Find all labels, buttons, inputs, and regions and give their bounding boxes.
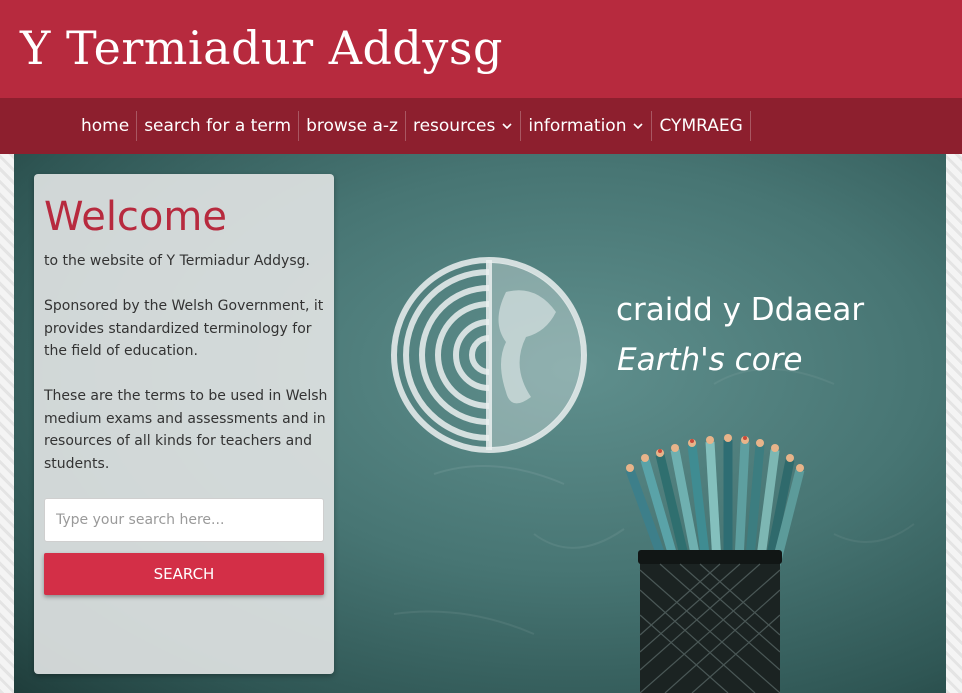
nav-item-search[interactable]: search for a term xyxy=(136,111,298,141)
welcome-panel: Welcome to the website of Y Termiadur Ad… xyxy=(34,174,334,674)
search-button[interactable]: SEARCH xyxy=(44,553,324,595)
nav-item-label: home xyxy=(81,116,130,136)
nav-item-resources[interactable]: resources xyxy=(404,111,520,141)
nav-item-browse[interactable]: browse a-z xyxy=(298,111,405,141)
welcome-paragraph: Sponsored by the Welsh Government, it pr… xyxy=(44,298,324,359)
nav-item-label: resources xyxy=(412,116,496,136)
nav-item-label: search for a term xyxy=(144,116,292,136)
welcome-text: to the website of Y Termiadur Addysg. Sp… xyxy=(44,250,330,498)
pencil-cup-image xyxy=(625,434,805,693)
featured-term-english: Earth's core xyxy=(617,342,803,378)
chevron-down-icon xyxy=(633,123,644,130)
site-title[interactable]: Y Termiadur Addysg xyxy=(20,18,503,78)
nav-item-home[interactable]: home xyxy=(74,111,136,141)
search-input[interactable] xyxy=(44,498,324,542)
featured-term-welsh: craidd y Ddaear xyxy=(616,292,865,328)
welcome-intro: to the website of Y Termiadur Addysg. xyxy=(44,253,310,269)
nav-item-label: browse a-z xyxy=(306,116,398,136)
nav-list: home search for a term browse a-z resour… xyxy=(74,98,751,154)
nav-item-label: information xyxy=(528,116,627,136)
nav-item-label: CYMRAEG xyxy=(659,116,743,136)
nav-item-information[interactable]: information xyxy=(520,111,651,141)
earth-core-icon xyxy=(391,257,587,453)
chevron-down-icon xyxy=(502,123,512,130)
background-pattern-left xyxy=(0,154,14,693)
welcome-paragraph: These are the terms to be used in Welsh … xyxy=(44,388,328,472)
nav-item-language-toggle[interactable]: CYMRAEG xyxy=(651,111,751,141)
welcome-heading: Welcome xyxy=(44,194,227,240)
site-header: Y Termiadur Addysg xyxy=(0,0,962,98)
main-navigation: home search for a term browse a-z resour… xyxy=(0,98,962,154)
background-pattern-right xyxy=(946,154,962,693)
